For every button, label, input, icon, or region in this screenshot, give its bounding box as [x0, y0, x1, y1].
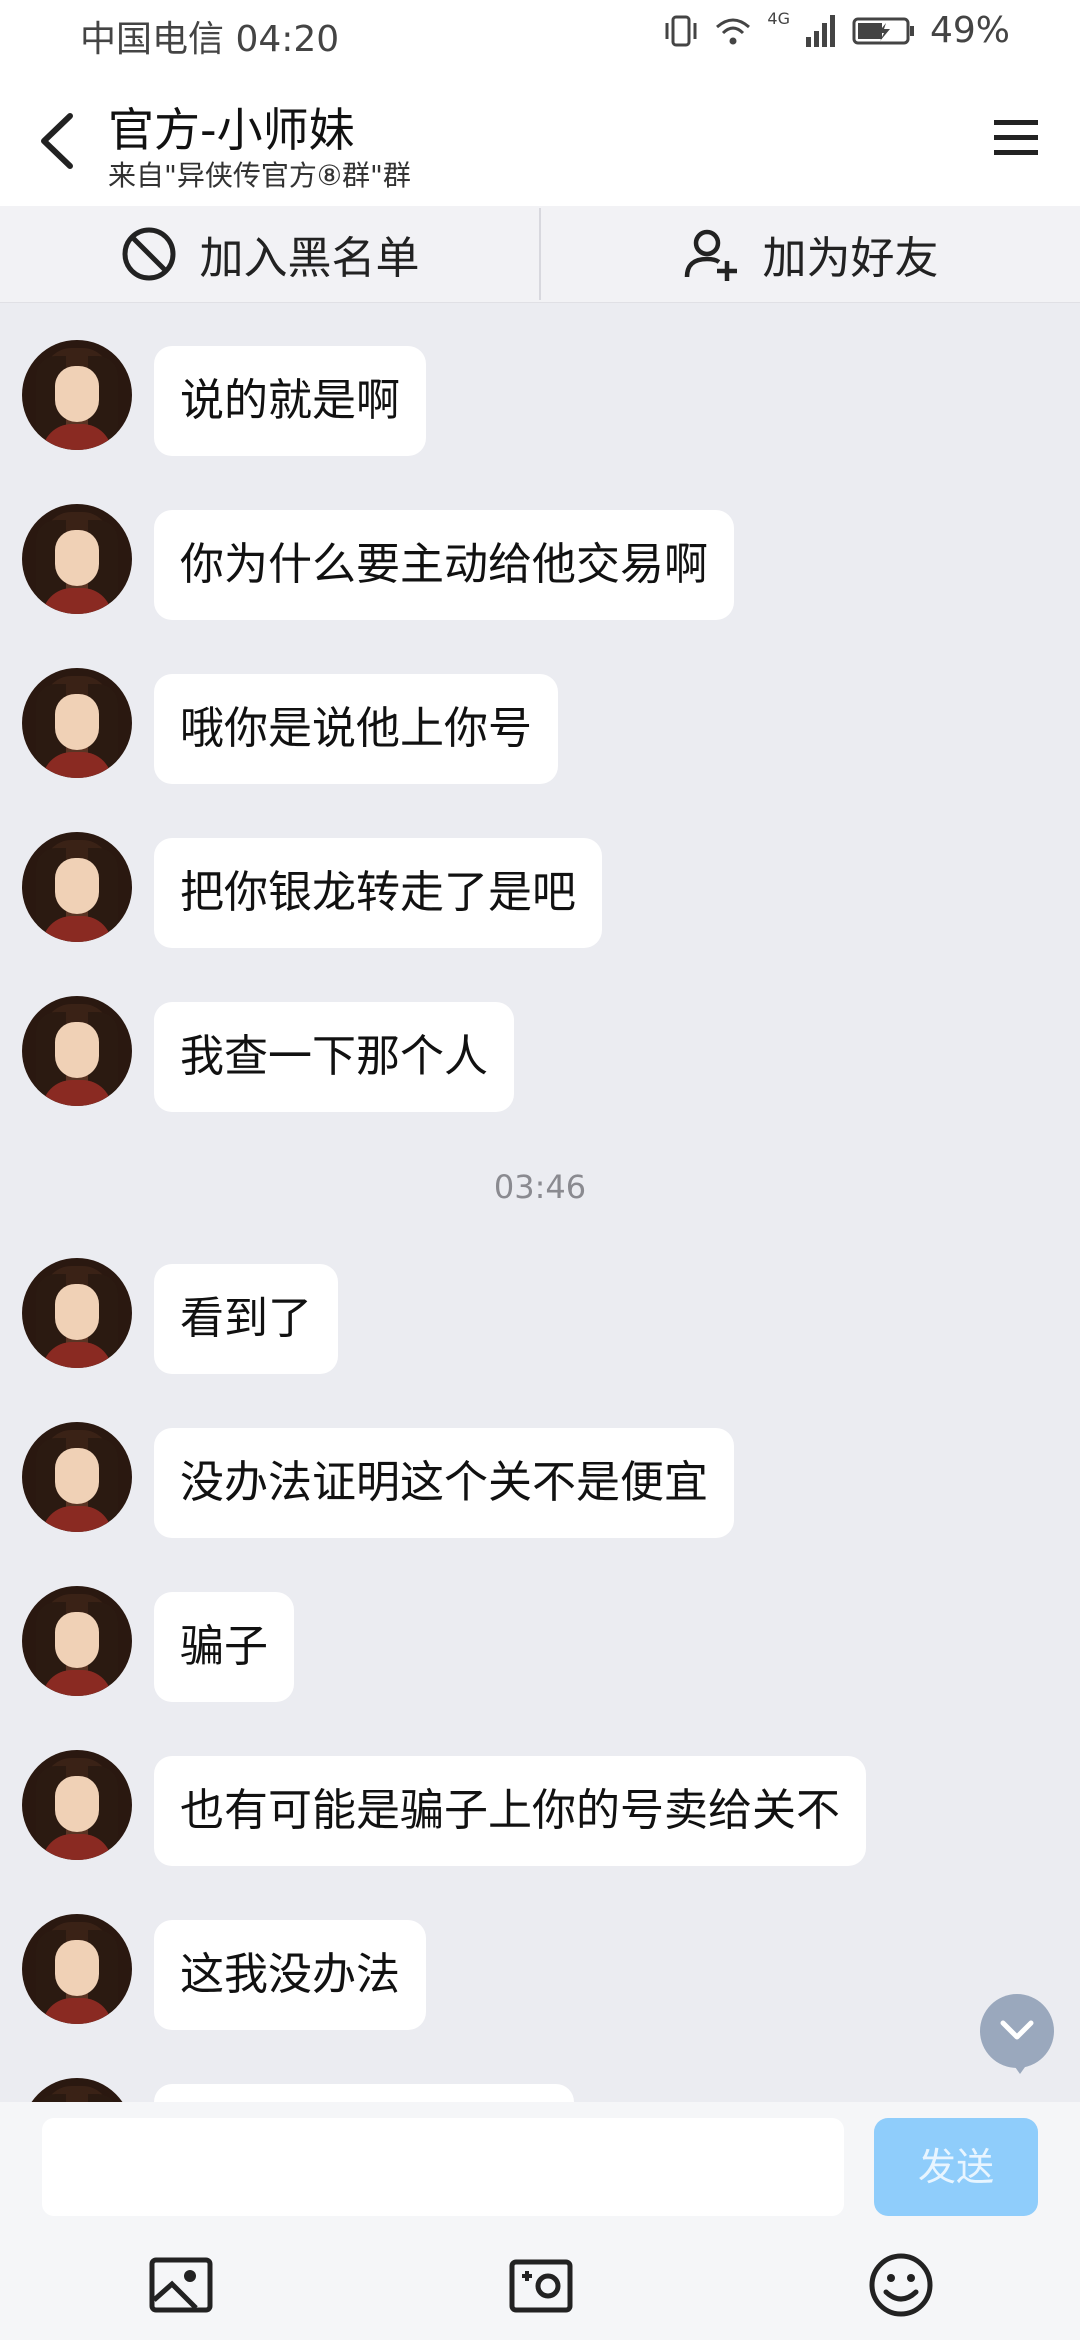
- block-button[interactable]: 加入黑名单: [0, 206, 539, 302]
- message-bubble[interactable]: 看到了: [154, 1264, 338, 1374]
- status-right: 4G 49%: [663, 9, 1010, 51]
- status-bar: 中国电信 04:20 4G 49%: [0, 0, 1080, 76]
- message-bubble[interactable]: 没办法证明这个关不是便宜: [154, 1428, 734, 1538]
- add-friend-icon: [684, 229, 737, 281]
- message-timestamp: 03:46: [493, 1168, 587, 1206]
- chat-title: 官方-小师妹: [108, 103, 355, 157]
- status-left: 中国电信 04:20: [80, 10, 339, 62]
- message-bubble[interactable]: 也有可能是骗子上你的号卖给关不: [154, 1756, 866, 1866]
- block-icon: [122, 227, 175, 281]
- message-bubble[interactable]: 说的就是啊: [154, 346, 426, 456]
- avatar[interactable]: [22, 1586, 132, 1696]
- message-bubble[interactable]: 这我没办法: [154, 1920, 426, 2030]
- scroll-down-button-tail: [1010, 2060, 1030, 2074]
- message-bubble[interactable]: 你为什么要主动给他交易啊: [154, 510, 734, 620]
- battery-percent: 49%: [929, 10, 1010, 51]
- image-icon[interactable]: [146, 2250, 216, 2320]
- message-bubble-partial[interactable]: [154, 2084, 574, 2102]
- nav-bar: 官方-小师妹 来自"异侠传官方⑧群"群: [0, 76, 1080, 206]
- avatar[interactable]: [22, 1750, 132, 1860]
- send-button[interactable]: 发送: [874, 2118, 1038, 2216]
- chevron-down-icon: [1000, 2020, 1034, 2040]
- clock: 04:20: [235, 19, 340, 60]
- avatar[interactable]: [22, 1422, 132, 1532]
- composer: 发送: [0, 2102, 1080, 2340]
- vibrate-icon: [665, 15, 697, 46]
- message-bubble[interactable]: 把你银龙转走了是吧: [154, 838, 602, 948]
- chat-subtitle: 来自"异侠传官方⑧群"群: [108, 159, 411, 192]
- avatar[interactable]: [22, 1258, 132, 1368]
- carrier-label: 中国电信: [80, 19, 225, 60]
- avatar[interactable]: [22, 996, 132, 1106]
- wifi-icon: [716, 18, 751, 44]
- message-bubble[interactable]: 哦你是说他上你号: [154, 674, 558, 784]
- battery-icon: [852, 17, 914, 44]
- emoji-icon[interactable]: [866, 2250, 936, 2320]
- avatar[interactable]: [22, 504, 132, 614]
- action-bar: 加入黑名单 加为好友: [0, 206, 1080, 303]
- avatar[interactable]: [22, 668, 132, 778]
- avatar[interactable]: [22, 340, 132, 450]
- block-label: 加入黑名单: [199, 233, 420, 284]
- signal-icon: [805, 14, 835, 47]
- message-bubble[interactable]: 骗子: [154, 1592, 294, 1702]
- camera-icon[interactable]: [506, 2250, 576, 2320]
- chat-area[interactable]: 说的就是啊 你为什么要主动给他交易啊 哦你是说他上你号 把你银龙转走了是吧 我查…: [0, 302, 1080, 2102]
- network-type: 4G: [767, 9, 790, 28]
- add-friend-button[interactable]: 加为好友: [541, 206, 1080, 302]
- message-bubble[interactable]: 我查一下那个人: [154, 1002, 514, 1112]
- avatar[interactable]: [22, 832, 132, 942]
- avatar[interactable]: [22, 2078, 132, 2102]
- back-arrow-icon[interactable]: [30, 106, 90, 176]
- message-input[interactable]: [42, 2118, 844, 2216]
- add-friend-label: 加为好友: [762, 233, 939, 284]
- hamburger-menu-icon[interactable]: [992, 116, 1040, 160]
- avatar[interactable]: [22, 1914, 132, 2024]
- scroll-down-button[interactable]: [980, 1994, 1054, 2068]
